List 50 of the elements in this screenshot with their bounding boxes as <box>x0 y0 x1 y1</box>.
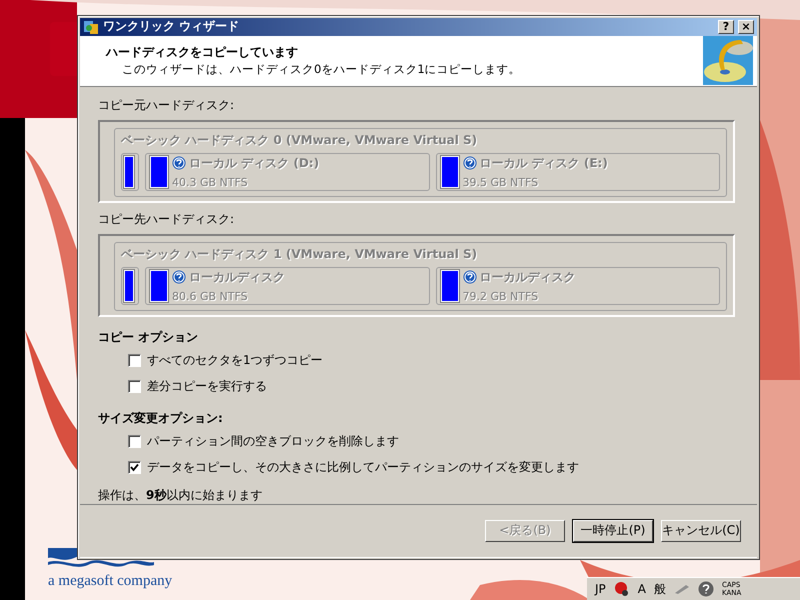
wizard-app-icon <box>83 18 99 35</box>
checkbox[interactable] <box>128 434 141 448</box>
partition-size: 79.2 GB NTFS <box>462 290 540 303</box>
partition-bar <box>440 270 458 302</box>
partition-size: 80.6 GB NTFS <box>172 290 249 303</box>
checkbox-label[interactable]: 差分コピーを実行する <box>147 378 267 395</box>
option-group-title: サイズ変更オプション: <box>98 410 224 427</box>
partition-name: ローカルディスク <box>480 268 576 286</box>
disk-title: ベーシック ハードディスク 1 (VMware, VMware Virtual S) <box>121 246 478 261</box>
partition-bar <box>124 156 134 188</box>
header-title: ハードディスクをコピーしています <box>106 44 299 62</box>
logo-tagline: a megasoft company <box>48 573 172 590</box>
partition-name: ローカルディスク <box>189 268 285 286</box>
partition-size: 39.5 GB NTFS <box>462 176 540 189</box>
help-icon <box>462 156 476 170</box>
disk-label: コピー先ハードディスク: <box>98 210 236 228</box>
disk-label: コピー元ハードディスク: <box>98 96 236 114</box>
ime-icon[interactable] <box>614 581 630 597</box>
partition-name: ローカル ディスク (D:) <box>189 154 320 172</box>
partition-tile[interactable] <box>121 152 139 191</box>
help-button[interactable]: ? <box>718 20 734 34</box>
language-indicator[interactable]: JP <box>595 582 606 596</box>
window-title: ワンクリック ウィザード <box>103 18 240 36</box>
partition-tile[interactable] <box>121 266 139 305</box>
option-group-title: コピー オプション <box>98 328 200 346</box>
header-subtitle: このウィザードは、ハードディスク0をハードディスク1にコピーします。 <box>121 62 522 78</box>
checkbox-label[interactable]: パーティション間の空きブロックを削除します <box>147 432 399 450</box>
disk-title: ベーシック ハードディスク 0 (VMware, VMware Virtual S) <box>121 132 478 147</box>
input-mode-indicator[interactable]: A <box>638 582 646 596</box>
checkbox[interactable] <box>128 354 141 367</box>
partition-bar <box>150 156 168 188</box>
checkbox[interactable] <box>128 460 141 474</box>
help-icon <box>172 156 186 170</box>
checkbox[interactable] <box>128 380 141 393</box>
partition-bar <box>150 270 168 302</box>
help-icon[interactable] <box>698 581 714 597</box>
wizard-button[interactable]: キャンセル(C) <box>661 520 741 542</box>
close-button[interactable]: × <box>738 20 754 34</box>
partition-name: ローカル ディスク (E:) <box>480 154 608 172</box>
partition-bar <box>124 270 134 302</box>
dictionary-indicator[interactable]: 般 <box>654 580 666 598</box>
partition-size: 40.3 GB NTFS <box>172 176 249 189</box>
status-text: 操作は、9秒以内に始まります <box>98 486 264 504</box>
help-icon <box>172 270 186 284</box>
checkbox-label[interactable]: データをコピーし、その大きさに比例してパーティションのサイズを変更します <box>147 458 579 476</box>
wizard-button[interactable]: 一時停止(P) <box>573 520 653 542</box>
checkbox-label[interactable]: すべてのセクタを1つずつコピー <box>147 352 323 369</box>
help-icon <box>462 270 476 284</box>
partition-bar <box>440 156 458 188</box>
disk-copy-icon <box>703 36 753 86</box>
